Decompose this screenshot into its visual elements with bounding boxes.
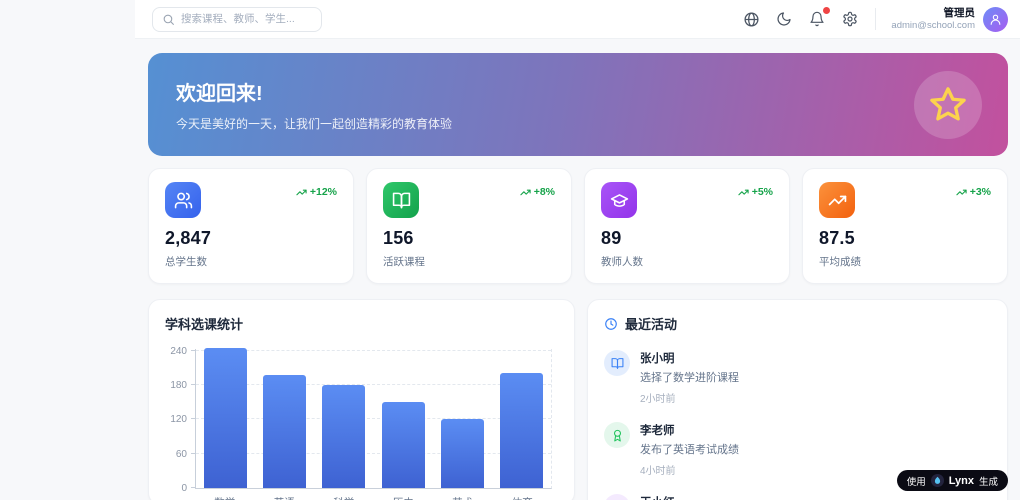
- trending-up-icon: [956, 187, 967, 198]
- activity-user: 张小明: [640, 353, 675, 365]
- trend-badge: +8%: [520, 186, 555, 198]
- banner-subtitle: 今天是美好的一天，让我们一起创造精彩的教育体验: [176, 117, 453, 131]
- activity-user: 王小红: [640, 494, 706, 500]
- activity-item[interactable]: 王小红 注册了新账户 6小时前: [604, 494, 991, 500]
- activity-title: 最近活动: [625, 317, 678, 332]
- users-icon: [165, 182, 201, 218]
- x-tick-label: 艺术: [433, 495, 493, 500]
- trending-up-icon: [520, 187, 531, 198]
- moon-icon: [776, 11, 794, 27]
- y-tick-label: 60: [175, 449, 187, 460]
- search-icon: [162, 13, 175, 26]
- notification-dot: [823, 7, 831, 14]
- activity-avatar-2: [604, 494, 630, 500]
- chart-y-axis: 0 60 120 180 240: [165, 346, 195, 494]
- stat-card-courses: +8% 156 活跃课程: [366, 168, 572, 284]
- banner-title: 欢迎回来!: [176, 83, 263, 105]
- x-tick-label: 体育: [493, 495, 553, 500]
- trending-up-icon: [819, 182, 855, 218]
- chart-bar-数学: [204, 348, 248, 488]
- stats-row: +12% 2,847 总学生数 +8% 156 活跃课程 +5% 89 教师人数…: [148, 168, 1008, 284]
- y-tick-label: 120: [170, 414, 187, 425]
- bar-chart: 0 60 120 180 240 数学英语科学历史艺术体育: [165, 346, 558, 500]
- stat-card-teachers: +5% 89 教师人数: [584, 168, 790, 284]
- clock-icon: [604, 317, 618, 331]
- globe-icon: [743, 11, 761, 28]
- lynx-logo-icon: [930, 474, 944, 487]
- stat-label: 教师人数: [601, 256, 643, 268]
- chart-title: 学科选课统计: [165, 317, 244, 332]
- user-menu[interactable]: 管理员 admin@school.com: [891, 6, 1008, 32]
- activity-user: 李老师: [640, 425, 675, 437]
- gear-icon: [842, 11, 860, 27]
- search-box[interactable]: [152, 6, 322, 32]
- star-icon: [927, 84, 969, 126]
- stat-label: 活跃课程: [383, 256, 425, 268]
- trend-value: +8%: [533, 186, 555, 198]
- activity-time: 4小时前: [640, 466, 676, 477]
- chart-x-labels: 数学英语科学历史艺术体育: [195, 495, 552, 500]
- chart-bar-历史: [381, 402, 425, 488]
- search-input[interactable]: [181, 13, 312, 25]
- badge-prefix: 使用: [906, 476, 926, 488]
- chart-bar-体育: [499, 373, 543, 488]
- chart-bar-艺术: [440, 419, 484, 488]
- star-badge: [914, 70, 982, 139]
- trend-value: +5%: [751, 186, 773, 198]
- user-name: 管理员: [943, 6, 976, 19]
- trending-up-icon: [738, 187, 749, 198]
- settings-button[interactable]: [842, 10, 860, 28]
- user-email: admin@school.com: [891, 19, 975, 31]
- y-tick-label: 240: [170, 346, 187, 357]
- graduation-cap-icon: [601, 182, 637, 218]
- trend-badge: +3%: [956, 186, 991, 198]
- stat-card-average-score: +3% 87.5 平均成绩: [802, 168, 1008, 284]
- notifications-button[interactable]: [809, 7, 831, 28]
- trend-value: +12%: [309, 186, 337, 198]
- y-tick-label: 0: [181, 483, 187, 494]
- lynx-badge[interactable]: 使用 Lynx 生成: [896, 470, 1008, 491]
- stat-card-students: +12% 2,847 总学生数: [148, 168, 354, 284]
- activity-avatar-0: [604, 350, 630, 376]
- x-tick-label: 历史: [374, 495, 434, 500]
- language-globe-button[interactable]: [743, 10, 761, 28]
- activity-avatar-1: [604, 422, 630, 448]
- stat-label: 总学生数: [165, 256, 207, 268]
- user-icon: [989, 13, 1002, 26]
- badge-suffix: 生成: [978, 476, 998, 488]
- chart-bar-英语: [263, 375, 307, 488]
- chart-plot: [191, 348, 552, 489]
- book-open-icon: [383, 182, 419, 218]
- stat-value: 2,847: [165, 228, 212, 248]
- avatar[interactable]: [983, 6, 1008, 32]
- subject-enrollment-chart-card: 学科选课统计 0 60 120 180 240 数学英语科学历史艺术体育: [148, 299, 575, 500]
- stat-value: 89: [601, 228, 622, 248]
- activity-item[interactable]: 张小明 选择了数学进阶课程 2小时前: [604, 350, 991, 405]
- welcome-banner: 欢迎回来! 今天是美好的一天，让我们一起创造精彩的教育体验: [148, 53, 1008, 156]
- x-tick-label: 科学: [314, 495, 374, 500]
- badge-brand: Lynx: [948, 474, 974, 487]
- activity-item[interactable]: 李老师 发布了英语考试成绩 4小时前: [604, 422, 991, 477]
- x-tick-label: 数学: [195, 495, 255, 500]
- stat-value: 87.5: [819, 228, 855, 248]
- trending-up-icon: [296, 187, 307, 198]
- stat-label: 平均成绩: [819, 256, 861, 268]
- chart-bar-科学: [322, 385, 366, 488]
- trend-value: +3%: [969, 186, 991, 198]
- topbar: 管理员 admin@school.com: [135, 0, 1020, 39]
- stat-value: 156: [383, 228, 414, 248]
- x-tick-label: 英语: [255, 495, 315, 500]
- award-icon: [611, 429, 624, 442]
- y-tick-label: 180: [170, 380, 187, 391]
- activity-time: 2小时前: [640, 394, 676, 405]
- topbar-divider: [875, 8, 877, 30]
- trend-badge: +12%: [296, 186, 337, 198]
- trend-badge: +5%: [738, 186, 773, 198]
- dark-mode-button[interactable]: [776, 10, 794, 28]
- book-open-icon: [611, 357, 624, 370]
- activity-action: 发布了英语考试成绩: [640, 444, 739, 456]
- activity-action: 选择了数学进阶课程: [640, 372, 739, 384]
